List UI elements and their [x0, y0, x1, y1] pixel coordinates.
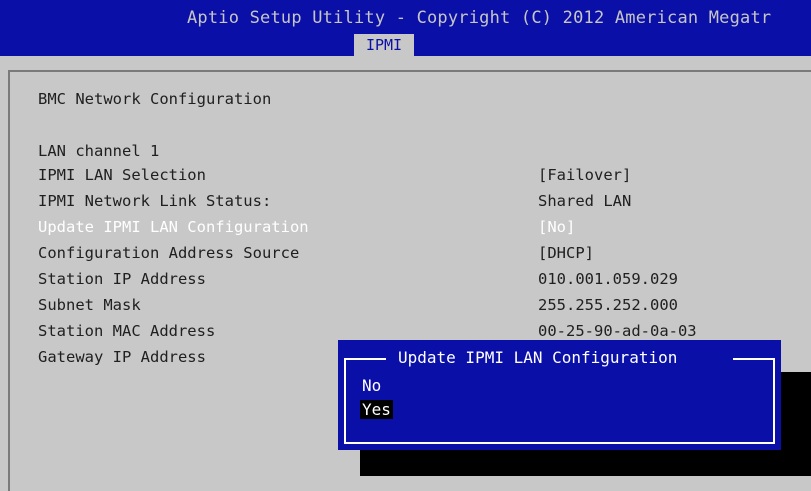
update-lan-config-value[interactable]: [No] — [538, 218, 575, 236]
station-ip-value: 010.001.059.029 — [538, 270, 678, 288]
dialog-option-no[interactable]: No — [362, 376, 381, 395]
title-bar: Aptio Setup Utility - Copyright (C) 2012… — [0, 0, 811, 56]
config-address-source-label[interactable]: Configuration Address Source — [38, 244, 299, 262]
station-mac-label: Station MAC Address — [38, 322, 216, 340]
dialog-title: Update IPMI LAN Configuration — [394, 348, 682, 367]
ipmi-lan-selection-value[interactable]: [Failover] — [538, 166, 631, 184]
subnet-mask-label: Subnet Mask — [38, 296, 141, 314]
gateway-ip-label: Gateway IP Address — [38, 348, 206, 366]
section-heading: BMC Network Configuration — [38, 90, 272, 108]
app-title: Aptio Setup Utility - Copyright (C) 2012… — [187, 8, 772, 28]
dialog-border-top-left — [344, 358, 386, 360]
subnet-mask-value: 255.255.252.000 — [538, 296, 678, 314]
update-lan-config-dialog: Update IPMI LAN Configuration No Yes — [338, 340, 781, 450]
station-mac-value: 00-25-90-ad-0a-03 — [538, 322, 697, 340]
lan-channel-label: LAN channel 1 — [38, 142, 160, 160]
ipmi-lan-selection-label[interactable]: IPMI LAN Selection — [38, 166, 206, 184]
dialog-border — [344, 358, 775, 444]
tab-ipmi[interactable]: IPMI — [354, 34, 414, 56]
config-address-source-value[interactable]: [DHCP] — [538, 244, 594, 262]
dialog-border-top-right — [733, 358, 775, 360]
station-ip-label: Station IP Address — [38, 270, 206, 288]
update-lan-config-label[interactable]: Update IPMI LAN Configuration — [38, 218, 309, 236]
dialog-option-yes[interactable]: Yes — [360, 400, 393, 419]
link-status-value: Shared LAN — [538, 192, 632, 210]
link-status-label: IPMI Network Link Status: — [38, 192, 272, 210]
